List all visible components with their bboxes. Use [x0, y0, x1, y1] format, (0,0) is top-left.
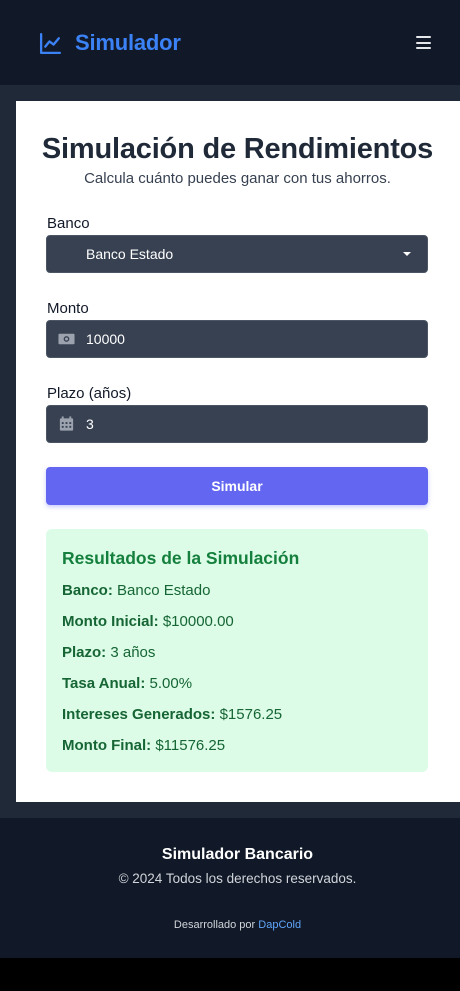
bank-selected-value: Banco Estado [86, 246, 174, 262]
brand-link[interactable]: Simulador [38, 29, 181, 57]
chevron-down-icon [403, 252, 411, 256]
results-panel: Resultados de la Simulación Banco: Banco… [46, 529, 428, 772]
results-title: Resultados de la Simulación [62, 548, 300, 568]
term-value: 3 [86, 416, 94, 432]
money-bill-icon [58, 333, 75, 345]
footer-copyright: © 2024 Todos los derechos reservados. [118, 871, 357, 886]
result-row-interest: Intereses Generados: $1576.25 [62, 706, 283, 723]
result-row-annual-rate: Tasa Anual: 5.00% [62, 675, 193, 692]
result-row-bank: Banco: Banco Estado [62, 582, 211, 599]
result-row-term: Plazo: 3 años [62, 644, 156, 661]
navbar: Simulador [0, 0, 460, 85]
chart-line-icon [39, 32, 62, 54]
simulate-button[interactable]: Simular [46, 467, 428, 505]
page-subtitle: Calcula cuánto puedes ganar con tus ahor… [84, 170, 391, 187]
developer-link[interactable]: DapCold [258, 919, 301, 931]
footer-credit: Desarrollado por DapCold [0, 919, 460, 931]
footer-credit-prefix: Desarrollado por [173, 919, 256, 931]
amount-value: 10000 [86, 331, 125, 347]
footer-title: Simulador Bancario [161, 846, 314, 863]
amount-label: Monto [47, 300, 89, 317]
result-row-final-amount: Monto Final: $11576.25 [62, 737, 226, 754]
term-label: Plazo (años) [47, 385, 132, 402]
amount-input[interactable]: 10000 [46, 320, 428, 358]
calendar-icon [59, 416, 74, 431]
hamburger-icon[interactable] [415, 34, 432, 51]
brand-title: Simulador [75, 30, 181, 55]
footer: Simulador Bancario © 2024 Todos los dere… [0, 818, 460, 958]
term-input[interactable]: 3 [46, 405, 428, 443]
bank-label: Banco [47, 215, 90, 232]
bank-select[interactable]: Banco Estado [46, 235, 428, 273]
result-row-initial-amount: Monto Inicial: $10000.00 [62, 613, 234, 630]
page-title: Simulación de Rendimientos [41, 133, 434, 165]
